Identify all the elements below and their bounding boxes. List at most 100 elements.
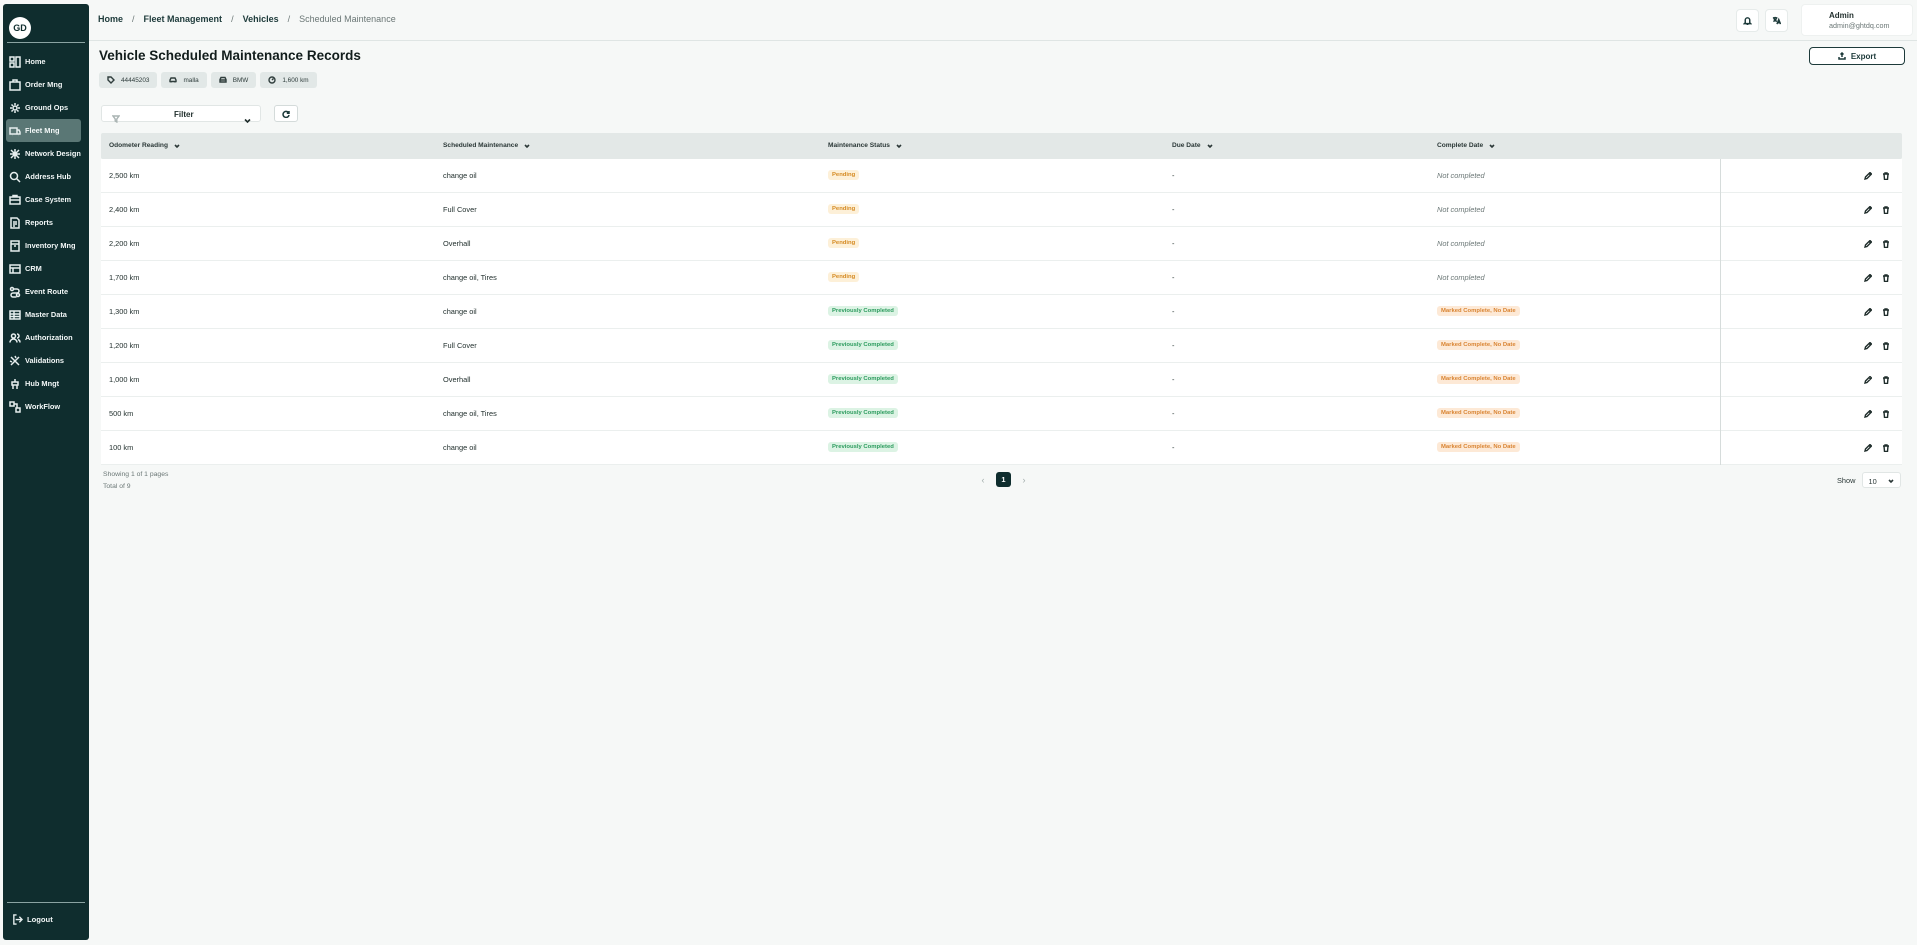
breadcrumb-home[interactable]: Home bbox=[98, 14, 123, 24]
sidebar-divider bbox=[7, 42, 85, 43]
route-icon bbox=[9, 286, 21, 298]
trash-icon bbox=[1883, 342, 1889, 350]
language-button[interactable] bbox=[1765, 9, 1788, 32]
sidebar-item-master-data[interactable]: Master Data bbox=[3, 303, 89, 326]
page-number-button[interactable]: 1 bbox=[996, 472, 1011, 487]
column-complete-date[interactable]: Complete Date bbox=[1437, 142, 1495, 149]
cell-maintenance: Full Cover bbox=[443, 205, 477, 214]
sidebar-item-fleet-mng[interactable]: Fleet Mng bbox=[6, 119, 81, 142]
breadcrumb-fleet-management[interactable]: Fleet Management bbox=[144, 14, 223, 24]
column-odometer-reading[interactable]: Odometer Reading bbox=[109, 142, 180, 149]
breadcrumb-separator: / bbox=[287, 14, 291, 24]
edit-button[interactable] bbox=[1863, 205, 1873, 215]
breadcrumb-current: Scheduled Maintenance bbox=[299, 14, 396, 24]
next-page-button[interactable]: › bbox=[1019, 473, 1029, 487]
delete-button[interactable] bbox=[1881, 409, 1891, 419]
column-maintenance-status[interactable]: Maintenance Status bbox=[828, 142, 902, 149]
sidebar-item-event-route[interactable]: Event Route bbox=[3, 280, 89, 303]
breadcrumb-vehicles[interactable]: Vehicles bbox=[243, 14, 279, 24]
cell-due-date: - bbox=[1172, 239, 1175, 248]
total-count: Total of 9 bbox=[103, 483, 131, 490]
delete-button[interactable] bbox=[1881, 273, 1891, 283]
sidebar-item-inventory-mng[interactable]: Inventory Mng bbox=[3, 234, 89, 257]
cell-maintenance: Full Cover bbox=[443, 341, 477, 350]
chip-mileage: 1,600 km bbox=[260, 72, 317, 88]
edit-button[interactable] bbox=[1863, 171, 1873, 181]
delete-button[interactable] bbox=[1881, 307, 1891, 317]
column-due-date[interactable]: Due Date bbox=[1172, 142, 1213, 149]
sidebar-item-ground-ops[interactable]: Ground Ops bbox=[3, 96, 89, 119]
edit-button[interactable] bbox=[1863, 375, 1873, 385]
actions-divider bbox=[1720, 363, 1721, 397]
logout-button[interactable]: Logout bbox=[12, 914, 53, 925]
sidebar-item-reports[interactable]: Reports bbox=[3, 211, 89, 234]
table-row: 1,700 km change oil, Tires Pending - Not com… bbox=[101, 261, 1902, 295]
logout-icon bbox=[13, 914, 23, 925]
cell-maintenance: change oil, Tires bbox=[443, 409, 497, 418]
bell-icon bbox=[1743, 17, 1752, 25]
sidebar-item-case-system[interactable]: Case System bbox=[3, 188, 89, 211]
sidebar-item-crm[interactable]: CRM bbox=[3, 257, 89, 280]
column-label: Odometer Reading bbox=[109, 142, 168, 149]
cell-maintenance: change oil, Tires bbox=[443, 273, 497, 282]
breadcrumb: Home / Fleet Management / Vehicles / Sch… bbox=[98, 14, 396, 24]
sidebar-item-order-mng[interactable]: Order Mng bbox=[3, 73, 89, 96]
sidebar-item-hub-mngt[interactable]: Hub Mngt bbox=[3, 372, 89, 395]
tag-icon bbox=[107, 76, 115, 84]
breadcrumb-separator: / bbox=[231, 14, 234, 24]
cell-complete-date: Not completed bbox=[1437, 205, 1485, 214]
pencil-icon bbox=[1864, 376, 1872, 384]
delete-button[interactable] bbox=[1881, 205, 1891, 215]
sidebar-item-address-hub[interactable]: Address Hub bbox=[3, 165, 89, 188]
sidebar-item-authorization[interactable]: Authorization bbox=[3, 326, 89, 349]
filter-label: Filter bbox=[174, 110, 194, 119]
status-badge: Pending bbox=[828, 272, 860, 282]
delete-button[interactable] bbox=[1881, 239, 1891, 249]
sidebar-item-network-design[interactable]: Network Design bbox=[3, 142, 89, 165]
cell-due-date: - bbox=[1172, 307, 1175, 316]
actions-divider bbox=[1720, 261, 1721, 295]
cell-complete-date: Marked Complete, No Date bbox=[1437, 408, 1520, 418]
car-icon bbox=[169, 77, 178, 83]
delete-button[interactable] bbox=[1881, 171, 1891, 181]
trash-icon bbox=[1883, 274, 1889, 282]
previous-page-button[interactable]: ‹ bbox=[978, 473, 988, 487]
cell-complete-date: Marked Complete, No Date bbox=[1437, 442, 1520, 452]
report-icon bbox=[9, 216, 21, 229]
export-button[interactable]: Export bbox=[1809, 47, 1905, 65]
refresh-button[interactable] bbox=[274, 105, 298, 122]
trash-icon bbox=[1883, 206, 1889, 214]
delete-button[interactable] bbox=[1881, 341, 1891, 351]
actions-divider bbox=[1720, 295, 1721, 329]
edit-button[interactable] bbox=[1863, 341, 1873, 351]
sidebar-item-label: Case System bbox=[25, 195, 72, 204]
page-size-select[interactable]: 10 bbox=[1861, 472, 1901, 488]
column-scheduled-maintenance[interactable]: Scheduled Maintenance bbox=[443, 142, 530, 149]
chevron-down-icon bbox=[174, 143, 180, 148]
status-badge: Pending bbox=[828, 238, 860, 248]
edit-button[interactable] bbox=[1863, 443, 1873, 453]
sidebar-item-validations[interactable]: Validations bbox=[3, 349, 89, 372]
sidebar-item-workflow[interactable]: WorkFlow bbox=[3, 395, 89, 418]
cell-odometer: 1,700 km bbox=[109, 273, 140, 282]
pencil-icon bbox=[1864, 274, 1872, 282]
edit-button[interactable] bbox=[1863, 307, 1873, 317]
edit-button[interactable] bbox=[1863, 273, 1873, 283]
status-badge: Previously Completed bbox=[828, 408, 898, 418]
notifications-button[interactable] bbox=[1736, 9, 1759, 32]
cell-due-date: - bbox=[1172, 205, 1175, 214]
edit-button[interactable] bbox=[1863, 409, 1873, 419]
cell-due-date: - bbox=[1172, 341, 1175, 350]
chevron-down-icon bbox=[1887, 479, 1894, 484]
trash-icon bbox=[1883, 376, 1889, 384]
chip-value: 44445203 bbox=[121, 76, 150, 84]
filter-dropdown[interactable]: Filter bbox=[101, 105, 261, 124]
delete-button[interactable] bbox=[1881, 375, 1891, 385]
app-logo[interactable]: GD bbox=[9, 17, 31, 39]
cell-odometer: 1,000 km bbox=[109, 375, 140, 384]
user-menu[interactable]: Admin admin@ghtdq.com bbox=[1801, 4, 1913, 36]
sidebar-item-home[interactable]: Home bbox=[3, 50, 89, 73]
delete-button[interactable] bbox=[1881, 443, 1891, 453]
cell-maintenance: change oil bbox=[443, 171, 477, 180]
edit-button[interactable] bbox=[1863, 239, 1873, 249]
